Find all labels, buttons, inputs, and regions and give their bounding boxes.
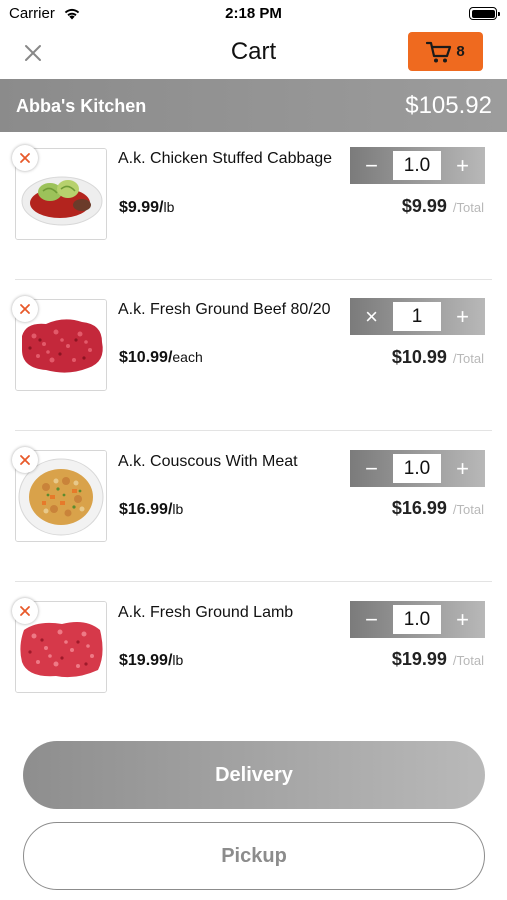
decrease-quantity-button[interactable]: −: [350, 147, 393, 184]
divider: [15, 279, 492, 280]
line-total: $10.99/Total: [391, 347, 484, 367]
quantity-stepper: − +: [350, 147, 485, 184]
quantity-input[interactable]: [393, 151, 441, 180]
remove-item-button[interactable]: [12, 145, 38, 171]
cart-count-badge: 8: [456, 43, 465, 60]
product-name: A.k. Chicken Stuffed Cabbage: [118, 150, 333, 167]
product-price: $16.99/lb: [119, 501, 184, 518]
cart-item: A.k. Fresh Ground Lamb $19.99/lb − + $19…: [0, 585, 507, 736]
clock: 2:18 PM: [225, 5, 282, 22]
close-icon: [20, 153, 30, 163]
pickup-button[interactable]: Pickup: [23, 822, 485, 890]
quantity-input[interactable]: [393, 302, 441, 331]
store-total: $105.92: [405, 92, 492, 119]
cart-item: A.k. Fresh Ground Beef 80/20 $10.99/each…: [0, 283, 507, 434]
battery-icon: [469, 7, 500, 20]
cart-item: A.k. Couscous With Meat $16.99/lb − + $1…: [0, 434, 507, 585]
nav-bar: Cart 8: [0, 28, 507, 78]
increase-quantity-button[interactable]: +: [441, 147, 484, 184]
store-header: Abba's Kitchen $105.92: [0, 79, 507, 132]
cart-icon: [426, 41, 452, 62]
store-name: Abba's Kitchen: [16, 96, 147, 116]
quantity-input[interactable]: [393, 605, 441, 634]
close-icon: [20, 304, 30, 314]
product-price: $9.99/lb: [119, 199, 175, 216]
product-name: A.k. Couscous With Meat: [118, 453, 298, 470]
product-name: A.k. Fresh Ground Beef 80/20: [118, 301, 331, 318]
status-bar: Carrier 2:18 PM: [0, 0, 507, 28]
increase-quantity-button[interactable]: +: [441, 450, 484, 487]
remove-item-button[interactable]: [12, 598, 38, 624]
increase-quantity-button[interactable]: +: [441, 298, 484, 335]
decrease-quantity-button[interactable]: −: [350, 601, 393, 638]
quantity-stepper: − +: [350, 450, 485, 487]
remove-item-button[interactable]: [12, 447, 38, 473]
product-name: A.k. Fresh Ground Lamb: [118, 604, 294, 621]
quantity-stepper: − +: [350, 601, 485, 638]
cart-button[interactable]: 8: [408, 32, 483, 71]
quantity-stepper: × +: [350, 298, 485, 335]
increase-quantity-button[interactable]: +: [441, 601, 484, 638]
product-price: $10.99/each: [119, 349, 203, 366]
remove-quantity-button[interactable]: ×: [350, 298, 393, 335]
line-total: $9.99/Total: [401, 196, 484, 216]
divider: [15, 430, 492, 431]
product-price: $19.99/lb: [119, 652, 184, 669]
close-icon: [20, 455, 30, 465]
line-total: $16.99/Total: [391, 498, 484, 518]
decrease-quantity-button[interactable]: −: [350, 450, 393, 487]
divider: [15, 581, 492, 582]
remove-item-button[interactable]: [12, 296, 38, 322]
cart-item: A.k. Chicken Stuffed Cabbage $9.99/lb − …: [0, 132, 507, 283]
line-total: $19.99/Total: [391, 649, 484, 669]
delivery-button[interactable]: Delivery: [23, 741, 485, 809]
quantity-input[interactable]: [393, 454, 441, 483]
close-icon: [20, 606, 30, 616]
